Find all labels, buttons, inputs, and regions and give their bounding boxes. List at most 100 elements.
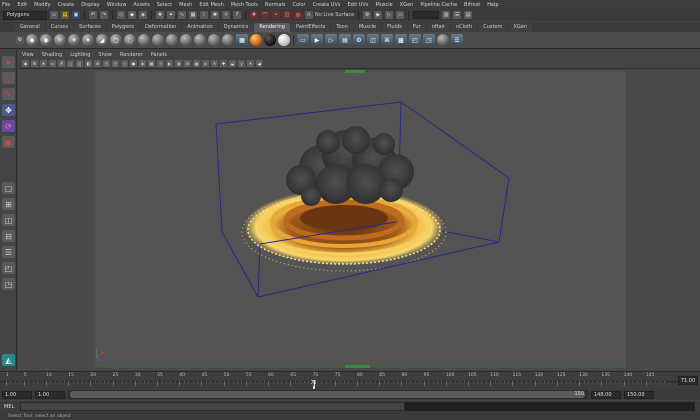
playback-start-field[interactable]: 1.00 [35,390,65,399]
menu-normals[interactable]: Normals [265,2,286,8]
time-slider[interactable]: 70 71.00 1510152025303540455055606570758… [0,371,700,389]
smoke-plume[interactable] [286,126,414,206]
menu-window[interactable]: Window [107,2,127,8]
attribute-editor-icon[interactable]: ▤ [464,11,473,19]
redo-icon[interactable]: ↷ [100,11,108,19]
new-scene-icon[interactable]: ▫ [50,11,58,19]
film-gate-icon[interactable]: ▢ [67,60,74,67]
menu-modify[interactable]: Modify [34,2,51,8]
menu-display[interactable]: Display [81,2,99,8]
ambient-light-icon[interactable]: ☼ [54,34,66,46]
shelf-tab-toon[interactable]: Toon [331,23,353,32]
menu-edit[interactable]: Edit [17,2,27,8]
select-hierarchy-icon[interactable]: ◇ [117,11,125,19]
camera-aim-icon[interactable]: ◉ [40,34,52,46]
sidebar-toggle-icon[interactable]: ▥ [442,11,451,19]
fire-shader-icon[interactable] [250,34,262,46]
uv-editor-icon[interactable]: ◰ [409,34,421,46]
open-scene-icon[interactable]: ▤ [61,11,69,19]
channel-box-icon[interactable]: ☰ [453,11,462,19]
shelf-tab-general[interactable]: General [15,23,45,32]
camera-icon[interactable]: ◉ [26,34,38,46]
menu-muscle[interactable]: Muscle [375,2,392,8]
save-scene-icon[interactable]: ▣ [72,11,80,19]
lasso-tool-icon[interactable]: ◌ [2,72,15,84]
menu-mesh[interactable]: Mesh [179,2,192,8]
area-light-icon[interactable]: ▢ [110,34,122,46]
menu-xgen[interactable]: XGen [400,2,414,8]
menu-create[interactable]: Create [58,2,75,8]
material-viewer-icon[interactable]: ◳ [423,34,435,46]
volume-light-icon[interactable]: ◌ [124,34,136,46]
panel-menu-renderer[interactable]: Renderer [120,52,143,58]
ipr-shelf-icon[interactable]: ▷ [325,34,337,46]
render-settings-shelf-icon[interactable]: ⚙ [353,34,365,46]
render-layer-icon[interactable]: ◫ [367,34,379,46]
shelf-tab-rendering[interactable]: Rendering [254,23,290,32]
gamma-icon[interactable]: γ [238,60,245,67]
texture-icon[interactable]: ▩ [395,34,407,46]
xray-joints-icon[interactable]: ✚ [220,60,227,67]
shelf-tab-painteffects[interactable]: PaintEffects [290,23,331,32]
outliner-layout-icon[interactable]: ☰ [2,246,15,258]
menu-set-selector[interactable]: Polygons [3,10,47,20]
select-object-icon[interactable]: ◆ [128,11,136,19]
gate-mask-icon[interactable]: ◧ [85,60,92,67]
current-time-field[interactable]: 71.00 [678,376,698,385]
resolution-gate-icon[interactable]: ◫ [76,60,83,67]
smooth-shade-icon[interactable]: ● [130,60,137,67]
four-view-icon[interactable]: ⊞ [2,198,15,210]
render-settings-icon[interactable]: ⚙ [363,11,372,19]
lambert-shader-icon[interactable] [138,34,150,46]
select-by-surface-icon[interactable]: ▦ [189,11,197,19]
camera-attributes-icon[interactable]: ⚙ [31,60,38,67]
batch-render-icon[interactable]: ▤ [339,34,351,46]
safe-title-icon[interactable]: ◳ [112,60,119,67]
shelf-tab-xgen[interactable]: XGen [508,23,532,32]
shelf-tab-nhair[interactable]: nHair [426,23,450,32]
menu-edit-uvs[interactable]: Edit UVs [347,2,368,8]
render-view-shelf-icon[interactable]: ▭ [297,34,309,46]
field-chart-icon[interactable]: ⊞ [94,60,101,67]
phong-shader-icon[interactable] [166,34,178,46]
exposure-icon[interactable]: ☀ [247,60,254,67]
isolate-select-icon[interactable]: ◎ [202,60,209,67]
safe-action-icon[interactable]: ◰ [103,60,110,67]
shelf-tab-surfaces[interactable]: Surfaces [74,23,106,32]
layered-shader-icon[interactable] [208,34,220,46]
start-time-field[interactable]: 1.00 [2,390,32,399]
menu-mesh-tools[interactable]: Mesh Tools [231,2,258,8]
shelf-tab-fur[interactable]: Fur [407,23,426,32]
menu-select[interactable]: Select [157,2,172,8]
render-current-frame-icon[interactable]: ▶ [374,11,383,19]
snap-curve-icon[interactable]: ⌒ [261,11,269,19]
command-input-field[interactable] [20,402,405,411]
shelf-tab-dynamics[interactable]: Dynamics [218,23,254,32]
menu-edit-mesh[interactable]: Edit Mesh [199,2,223,8]
panel-menu-view[interactable]: View [22,52,34,58]
select-by-deform-icon[interactable]: ⌇ [200,11,208,19]
input-line-field[interactable] [413,11,440,19]
spot-light-icon[interactable]: ◢ [96,34,108,46]
shelf-tab-muscle[interactable]: Muscle [353,23,382,32]
two-view-stack-icon[interactable]: ⊟ [2,230,15,242]
ipr-render-icon[interactable]: ▷ [385,11,394,19]
range-slider-handle[interactable] [70,391,585,398]
snap-point-icon[interactable]: • [272,11,280,19]
shelf-tab-ncloth[interactable]: nCloth [451,23,478,32]
motion-blur-icon[interactable]: ≋ [184,60,191,67]
surface-shader-icon[interactable] [278,34,290,46]
hypershade-icon[interactable]: ▦ [236,34,248,46]
anisotropic-shader-icon[interactable] [194,34,206,46]
select-by-misc-icon[interactable]: ? [233,11,241,19]
single-view-icon[interactable]: ▢ [2,182,15,194]
shelf-tab-curves[interactable]: Curves [45,23,74,32]
menu-pipeline-cache[interactable]: Pipeline Cache [420,2,457,8]
shadows-icon[interactable]: ◐ [166,60,173,67]
scale-tool-icon[interactable]: ▣ [2,136,15,148]
light-linking-icon[interactable]: ⌘ [381,34,393,46]
select-by-dynamic-icon[interactable]: ✺ [211,11,219,19]
multisample-aa-icon[interactable]: ▦ [193,60,200,67]
range-slider-track[interactable]: 150 [68,390,588,399]
wireframe-on-shaded-icon[interactable]: ◈ [139,60,146,67]
